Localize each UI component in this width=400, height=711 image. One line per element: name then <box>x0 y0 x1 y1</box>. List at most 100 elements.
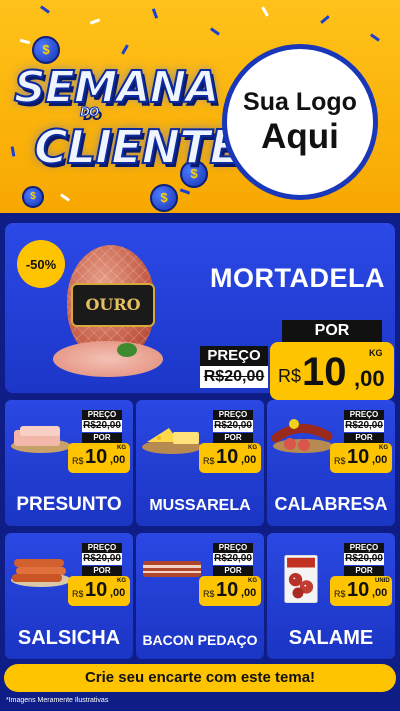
old-price-label: PREÇO <box>82 410 122 420</box>
old-price-value: R$20,00 <box>213 553 253 565</box>
new-price-box: R$ 10 ,00 KG <box>270 342 394 400</box>
currency-symbol: R$ <box>278 366 302 386</box>
old-price-tag: PREÇO R$20,00 <box>200 346 268 392</box>
new-price-box: R$ 10 ,00 KG <box>330 443 392 473</box>
price-cents: ,00 <box>110 454 126 466</box>
presunto-image <box>11 426 71 453</box>
confetti <box>19 38 31 45</box>
herb-garnish <box>117 343 137 357</box>
salame-package-image <box>284 555 318 603</box>
product-name: PRESUNTO <box>16 494 122 515</box>
price-integer: 10 <box>216 446 239 468</box>
product-name: SALAME <box>288 627 374 649</box>
new-price-label: POR <box>344 433 384 443</box>
price-unit: KG <box>248 578 257 584</box>
product-name: BACON PEDAÇO <box>142 632 258 648</box>
calabresa-image <box>271 419 333 453</box>
old-price-value: R$20,00 <box>213 420 253 432</box>
price-integer: 10 <box>85 446 108 468</box>
logo-text-line1: Sua Logo <box>243 88 357 116</box>
logo-placeholder: Sua Logo Aqui <box>222 44 378 200</box>
price-cents: ,00 <box>372 587 388 599</box>
offers-area: OURO -50% MORTADELA PREÇO R$20,00 POR R$… <box>0 213 400 711</box>
price-unit: KG <box>117 578 126 584</box>
price-unit: KG <box>379 445 388 451</box>
product-name: CALABRESA <box>274 494 388 514</box>
confetti <box>320 15 330 24</box>
old-price-tag: PREÇO R$20,00 <box>213 543 253 565</box>
create-flyer-button[interactable]: Crie seu encarte com este tema! <box>4 664 396 692</box>
currency-symbol: R$ <box>334 456 346 466</box>
mortadela-brand-label: OURO <box>71 283 155 327</box>
old-price-tag: PREÇO R$20,00 <box>82 543 122 565</box>
confetti <box>179 188 191 195</box>
salsicha-image <box>11 559 71 587</box>
confetti <box>210 27 220 36</box>
confetti <box>261 6 269 17</box>
campaign-title: SEMANA DO CLIENTE <box>13 61 242 182</box>
price-unit: KG <box>248 445 257 451</box>
new-price-box: R$ 10 ,00 KG <box>199 576 261 606</box>
new-price-label: POR <box>82 433 122 443</box>
product-card-salsicha[interactable]: PREÇO R$20,00 POR R$ 10 ,00 KG SALSICHA <box>5 533 133 659</box>
featured-product-name: MORTADELA <box>210 263 385 293</box>
featured-offer-card[interactable]: OURO -50% MORTADELA PREÇO R$20,00 POR R$… <box>5 223 395 400</box>
currency-symbol: R$ <box>72 456 84 466</box>
coin-icon: $ <box>150 184 178 212</box>
old-price-label: PREÇO <box>82 543 122 553</box>
price-cents: ,00 <box>354 366 385 391</box>
old-price-label: PREÇO <box>344 410 384 420</box>
confetti <box>151 8 159 19</box>
product-card-mussarela[interactable]: PREÇO R$20,00 POR R$ 10 ,00 KG MUSSARELA <box>136 400 264 526</box>
product-card-presunto[interactable]: PREÇO R$20,00 POR R$ 10 ,00 KG PRESUNTO <box>5 400 133 526</box>
confetti <box>60 193 70 202</box>
coin-icon: $ <box>32 36 60 64</box>
header-banner: $ $ $ $ SEMANA DO CLIENTE Sua Logo Aqui <box>0 0 400 213</box>
new-price-label: POR <box>344 566 384 576</box>
bacon-image <box>143 561 201 577</box>
price-integer: 10 <box>216 579 239 601</box>
title-line-do: DO <box>79 105 99 120</box>
new-price-box: R$ 10 ,00 UNID <box>330 576 392 606</box>
footnote: *Imagens Meramente Ilustrativas <box>6 697 109 704</box>
discount-badge: -50% <box>17 240 65 288</box>
price-integer: 10 <box>85 579 108 601</box>
new-price-label: POR <box>213 433 253 443</box>
new-price-label: POR <box>82 566 122 576</box>
mussarela-image <box>142 428 202 454</box>
confetti <box>121 44 129 55</box>
currency-symbol: R$ <box>334 589 346 599</box>
old-price-tag: PREÇO R$20,00 <box>344 410 384 432</box>
price-unit: KG <box>117 445 126 451</box>
currency-symbol: R$ <box>72 589 84 599</box>
new-price-label: POR <box>282 320 382 342</box>
confetti <box>370 33 380 42</box>
currency-symbol: R$ <box>203 456 215 466</box>
price-cents: ,00 <box>110 587 126 599</box>
new-price-box: R$ 10 ,00 KG <box>199 443 261 473</box>
price-cents: ,00 <box>241 587 257 599</box>
title-line-cliente: CLIENTE <box>33 119 242 175</box>
new-price-box: R$ 10 ,00 KG <box>68 576 130 606</box>
mortadela-slices <box>53 341 163 377</box>
price-integer: 10 <box>347 579 370 601</box>
old-price-tag: PREÇO R$20,00 <box>344 543 384 565</box>
product-card-calabresa[interactable]: PREÇO R$20,00 POR R$ 10 ,00 KG CALABRESA <box>267 400 395 526</box>
price-integer: 10 <box>302 350 347 394</box>
logo-text-line2: Aqui <box>261 117 339 156</box>
currency-symbol: R$ <box>203 589 215 599</box>
product-card-bacon[interactable]: PREÇO R$20,00 POR R$ 10 ,00 KG BACON PED… <box>136 533 264 659</box>
product-name: MUSSARELA <box>149 497 251 514</box>
price-integer: 10 <box>347 446 370 468</box>
old-price-value: R$20,00 <box>200 366 268 388</box>
confetti <box>89 18 101 25</box>
old-price-label: PREÇO <box>213 543 253 553</box>
old-price-value: R$20,00 <box>82 553 122 565</box>
new-price-label: POR <box>213 566 253 576</box>
price-cents: ,00 <box>241 454 257 466</box>
old-price-label: PREÇO <box>344 543 384 553</box>
product-name: SALSICHA <box>17 627 121 649</box>
product-card-salame[interactable]: PREÇO R$20,00 POR R$ 10 ,00 UNID SALAME <box>267 533 395 659</box>
old-price-tag: PREÇO R$20,00 <box>82 410 122 432</box>
price-unit: KG <box>369 348 383 358</box>
